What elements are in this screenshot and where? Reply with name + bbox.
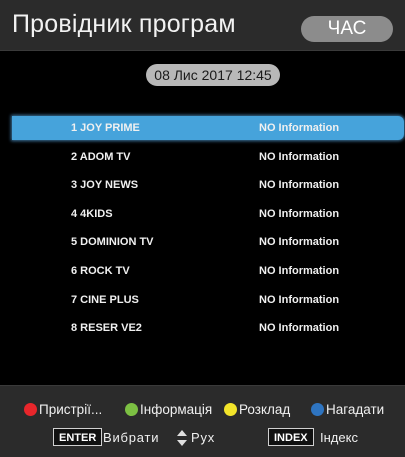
channel-name: 5 DOMINION TV — [71, 236, 154, 249]
channel-row[interactable]: 1 JOY PRIME NO Information — [12, 116, 404, 140]
header-bar: Провідник програм ЧАС — [0, 0, 405, 51]
blue-key-remind[interactable]: Нагадати — [311, 400, 384, 420]
page-title: Провідник програм — [12, 10, 236, 38]
program-info: NO Information — [259, 122, 340, 134]
green-dot-icon — [125, 403, 138, 416]
channel-row[interactable]: 7 CINE PLUS NO Information — [12, 288, 404, 312]
yellow-key-schedule[interactable]: Розклад — [224, 400, 290, 420]
channel-row[interactable]: 6 ROCK TV NO Information — [12, 259, 404, 283]
date-time-display: 08 Лис 2017 12:45 — [146, 64, 280, 86]
index-key[interactable]: INDEX — [268, 428, 314, 446]
color-key-legend: Пристрії... Інформація Розклад Нагадати — [0, 400, 405, 420]
key-hints: ENTER Вибрати Рух INDEX Індекс — [0, 428, 405, 448]
blue-key-label: Нагадати — [326, 402, 385, 417]
red-dot-icon — [24, 403, 37, 416]
channel-row[interactable]: 5 DOMINION TV NO Information — [12, 230, 404, 254]
channel-row[interactable]: 8 RESER VE2 NO Information — [12, 316, 404, 340]
channel-name: 7 CINE PLUS — [71, 293, 139, 306]
program-info: NO Information — [259, 322, 340, 335]
channel-row[interactable]: 4 4KIDS NO Information — [12, 202, 404, 226]
program-info: NO Information — [259, 264, 340, 277]
yellow-key-label: Розклад — [239, 402, 291, 417]
yellow-dot-icon — [224, 403, 237, 416]
channel-name: 8 RESER VE2 — [71, 322, 142, 335]
channel-list: 1 JOY PRIME NO Information 2 ADOM TV NO … — [12, 116, 404, 345]
channel-name: 2 ADOM TV — [71, 150, 131, 163]
program-info: NO Information — [259, 236, 340, 249]
blue-dot-icon — [311, 403, 324, 416]
enter-key[interactable]: ENTER — [53, 428, 103, 446]
channel-name: 3 JOY NEWS — [71, 179, 139, 192]
index-label: Індекс — [320, 430, 358, 445]
time-button[interactable]: ЧАС — [301, 16, 393, 42]
program-info: NO Information — [259, 207, 340, 220]
program-info: NO Information — [259, 293, 340, 306]
up-down-arrows-icon — [177, 430, 187, 446]
move-label: Рух — [191, 430, 216, 445]
channel-name: 6 ROCK TV — [71, 264, 130, 277]
channel-row[interactable]: 3 JOY NEWS NO Information — [12, 173, 404, 197]
channel-row[interactable]: 2 ADOM TV NO Information — [12, 145, 404, 169]
channel-name: 1 JOY PRIME — [71, 122, 140, 134]
red-key-devices[interactable]: Пристрії... — [24, 400, 102, 420]
green-key-label: Інформація — [140, 402, 213, 417]
program-info: NO Information — [259, 150, 340, 163]
enter-label: Вибрати — [103, 430, 160, 445]
program-info: NO Information — [259, 179, 340, 192]
green-key-info[interactable]: Інформація — [125, 400, 212, 420]
footer-bar: Пристрії... Інформація Розклад Нагадати … — [0, 385, 405, 457]
channel-name: 4 4KIDS — [71, 207, 113, 220]
red-key-label: Пристрії... — [39, 402, 103, 417]
